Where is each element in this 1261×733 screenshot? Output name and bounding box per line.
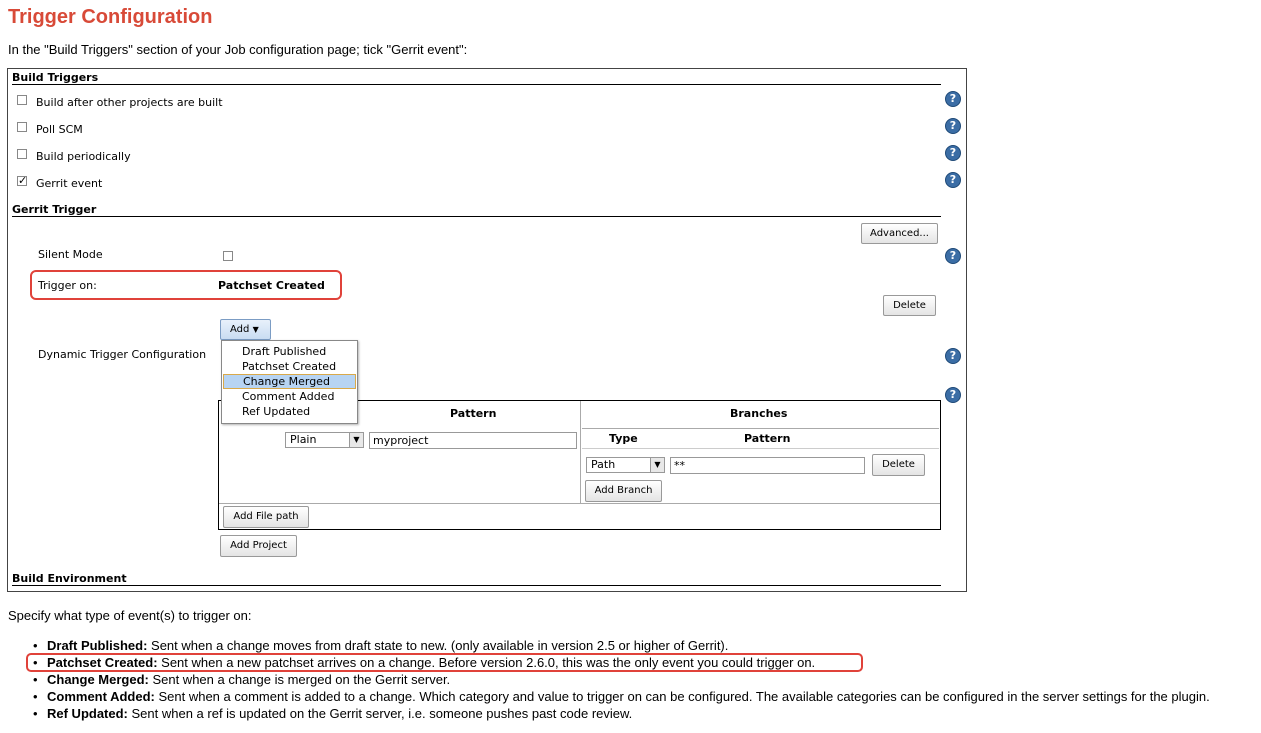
event-desc: Sent when a change is merged on the Gerr… [148,672,451,687]
branch-type-select[interactable]: Path ▼ [586,457,665,473]
branch-table-top [582,428,939,429]
events-intro: Specify what type of event(s) to trigger… [8,608,252,623]
trigger-label: Build periodically [36,150,131,163]
add-dropdown-button[interactable]: Add ▼ [220,319,271,340]
list-item: Draft Published: Sent when a change move… [33,637,1210,654]
checkbox-gerrit-event[interactable]: ✓ [17,176,27,187]
help-icon[interactable]: ? [945,387,961,403]
help-icon[interactable]: ? [945,248,961,264]
divider [12,84,941,85]
chevron-down-icon: ▼ [349,433,363,447]
list-item: Change Merged: Sent when a change is mer… [33,671,1210,688]
menu-item-patchset-created[interactable]: Patchset Created [223,359,356,374]
col-pattern: Pattern [450,407,497,420]
add-branch-button[interactable]: Add Branch [585,480,662,502]
menu-item-draft-published[interactable]: Draft Published [223,344,356,359]
silent-mode-checkbox[interactable] [223,251,233,261]
help-icon[interactable]: ? [945,118,961,134]
branch-col-type: Type [609,432,638,445]
gerrit-trigger-heading: Gerrit Trigger [12,203,97,216]
branch-type-value: Path [591,458,616,471]
advanced-button[interactable]: Advanced... [861,223,938,244]
event-list: Draft Published: Sent when a change move… [0,637,1210,722]
branch-header-divider [582,448,939,449]
branch-col-pattern: Pattern [744,432,791,445]
list-item: Ref Updated: Sent when a ref is updated … [33,705,1210,722]
checkbox-build-periodically[interactable] [17,149,27,159]
list-item: Comment Added: Sent when a comment is ad… [33,688,1210,705]
menu-item-ref-updated[interactable]: Ref Updated [223,404,356,419]
highlight-box [26,653,863,672]
help-icon[interactable]: ? [945,91,961,107]
event-desc: Sent when a change moves from draft stat… [147,638,729,653]
delete-trigger-button[interactable]: Delete [883,295,936,316]
col-branches: Branches [730,407,788,420]
row-divider [219,503,940,504]
add-dropdown-menu: Draft Published Patchset Created Change … [221,340,358,424]
add-label: Add [230,324,250,335]
trigger-label: Build after other projects are built [36,96,223,109]
checkbox-poll-scm[interactable] [17,122,27,132]
add-file-path-button[interactable]: Add File path [223,506,309,528]
event-name: Draft Published: [47,638,148,653]
project-type-value: Plain [290,433,317,446]
build-triggers-heading: Build Triggers [12,71,99,84]
branch-pattern-input[interactable]: ** [670,457,865,474]
build-environment-heading: Build Environment [12,572,127,585]
project-type-select[interactable]: Plain ▼ [285,432,364,448]
menu-item-change-merged[interactable]: Change Merged [223,374,356,389]
dynamic-trigger-label: Dynamic Trigger Configuration [38,348,207,361]
help-icon[interactable]: ? [945,145,961,161]
checkbox-build-after[interactable] [17,95,27,105]
trigger-label: Gerrit event [36,177,103,190]
help-icon[interactable]: ? [945,348,961,364]
event-name: Ref Updated: [47,706,128,721]
page-title: Trigger Configuration [8,6,213,28]
delete-branch-button[interactable]: Delete [872,454,925,476]
trigger-on-value: Patchset Created [218,279,325,292]
divider [12,216,941,217]
trigger-on-label: Trigger on: [38,279,97,292]
event-desc: Sent when a comment is added to a change… [154,689,1210,704]
menu-item-comment-added[interactable]: Comment Added [223,389,356,404]
divider [12,585,941,586]
event-desc: Sent when a ref is updated on the Gerrit… [127,706,633,721]
chevron-down-icon: ▼ [650,458,664,472]
caret-down-icon: ▼ [252,325,259,334]
silent-mode-label: Silent Mode [38,248,103,261]
trigger-label: Poll SCM [36,123,83,136]
project-pattern-input[interactable]: myproject [369,432,577,449]
intro-text: In the "Build Triggers" section of your … [8,42,468,57]
help-icon[interactable]: ? [945,172,961,188]
event-name: Change Merged: [47,672,149,687]
column-divider [580,401,581,503]
event-name: Comment Added: [47,689,155,704]
add-project-button[interactable]: Add Project [220,535,297,557]
